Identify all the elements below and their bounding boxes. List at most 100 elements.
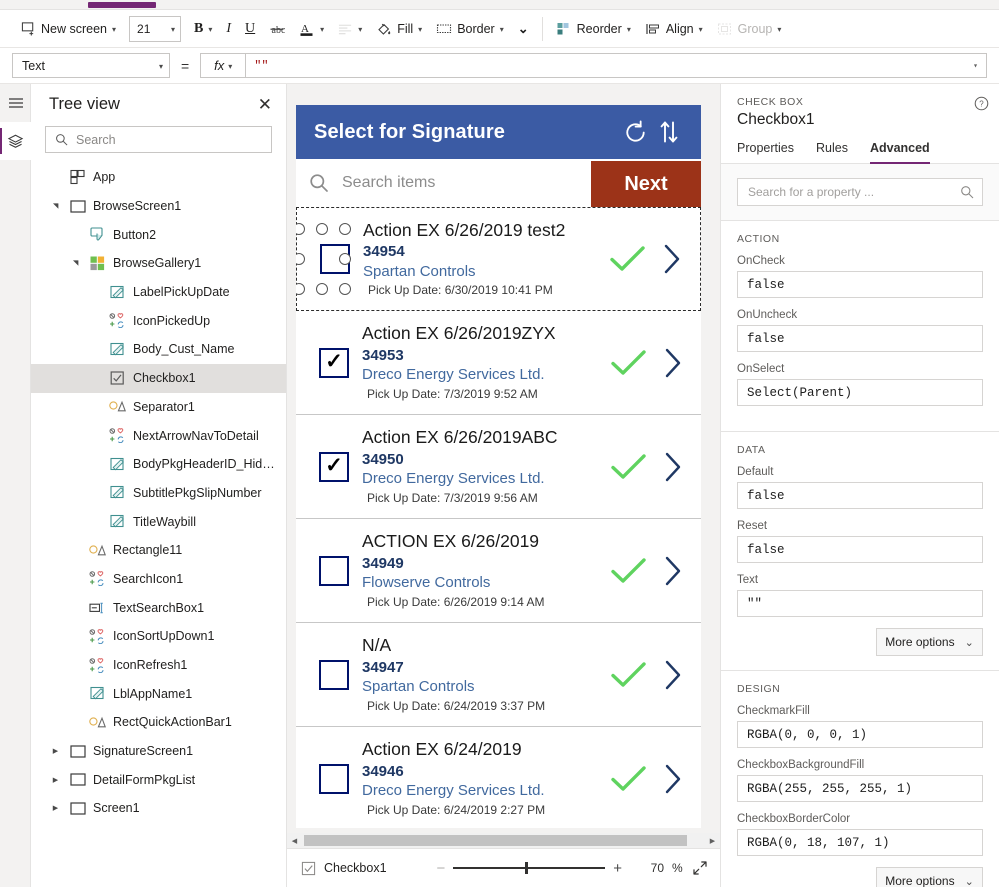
property-input-checkmarkfill[interactable]: RGBA(0, 0, 0, 1) [737,721,983,748]
scrollbar-thumb[interactable] [304,835,687,846]
gallery-row[interactable]: Action EX 6/24/2019 34946 Dreco Energy Ser… [296,727,701,828]
hamburger-menu-button[interactable] [0,84,31,122]
tree-node-browsegallery1[interactable]: ◢ BrowseGallery1 [31,249,286,278]
more-options-button[interactable]: More options ⌄ [876,628,983,656]
gallery-checkbox[interactable]: ✓ [319,347,349,378]
border-button[interactable]: Border ▾ [429,15,511,43]
align-button[interactable]: Align ▾ [638,15,710,43]
selection-handle[interactable] [296,283,305,295]
selection-handle[interactable] [316,223,328,235]
tree-node-app[interactable]: App [31,163,286,192]
font-color-button[interactable]: A ▾ [292,15,331,43]
ribbon-overflow-button[interactable]: ⌄ [511,15,536,43]
new-screen-button[interactable]: New screen ▾ [14,15,123,43]
zoom-out-button[interactable]: − [436,860,445,877]
chevron-right-icon[interactable]: ▶ [49,776,62,784]
tree-node-lblappname1[interactable]: LblAppName1 [31,679,286,708]
selection-handle[interactable] [339,283,351,295]
scrollbar-track[interactable] [302,833,705,848]
gallery-checkbox[interactable] [319,659,349,690]
property-input-reset[interactable]: false [737,536,983,563]
picked-up-check-icon[interactable] [603,765,653,793]
tree-node-bodypkgheaderid_hidden[interactable]: BodyPkgHeaderID_Hidden [31,450,286,479]
next-arrow-nav-icon[interactable] [653,451,693,483]
zoom-in-button[interactable]: + [613,860,622,877]
tab-advanced[interactable]: Advanced [869,141,930,164]
property-input-onuncheck[interactable]: false [737,325,983,352]
picked-up-check-icon[interactable] [603,661,653,689]
formula-input[interactable]: "" ▾ [245,53,987,78]
fill-button[interactable]: Fill ▾ [369,15,429,43]
property-input-oncheck[interactable]: false [737,271,983,298]
group-button[interactable]: Group ▾ [710,15,789,43]
tree-view-rail-button[interactable] [0,122,31,160]
text-align-button[interactable]: ▾ [331,15,369,43]
picked-up-check-icon[interactable] [603,349,653,377]
scroll-right-icon[interactable]: ▶ [705,837,720,845]
gallery-row[interactable]: ACTION EX 6/26/2019 34949 Flowserve Contro… [296,519,701,623]
reorder-button[interactable]: Reorder ▾ [549,15,638,43]
tree-node-detailformpkglist[interactable]: ▶ DetailFormPkgList [31,765,286,794]
next-arrow-nav-icon[interactable] [653,347,693,379]
fit-to-screen-icon[interactable] [692,860,708,876]
picked-up-check-icon[interactable] [603,453,653,481]
tree-node-titlewaybill[interactable]: TitleWaybill [31,507,286,536]
chevron-right-icon[interactable]: ▶ [49,747,62,755]
gallery-row[interactable]: ✓ Action EX 6/26/2019ZYX 34953 Dreco Energy… [296,311,701,415]
selection-handle[interactable] [339,223,351,235]
italic-button[interactable]: I [219,15,238,43]
gallery-checkbox[interactable] [319,555,349,586]
chevron-right-icon[interactable]: ▶ [49,804,62,812]
scroll-left-icon[interactable]: ◀ [287,837,302,845]
picked-up-check-icon[interactable] [603,557,653,585]
tab-rules[interactable]: Rules [816,141,848,163]
fx-button[interactable]: fx ▾ [200,53,246,78]
bold-button[interactable]: B ▾ [187,15,219,43]
gallery-row[interactable]: Action EX 6/26/2019 test2 34954 Spartan Co… [296,207,701,311]
next-arrow-nav-icon[interactable] [652,243,692,275]
selection-handle[interactable] [296,253,305,265]
zoom-slider-knob[interactable] [524,862,528,874]
next-arrow-nav-icon[interactable] [653,555,693,587]
more-options-button[interactable]: More options ⌄ [876,867,983,887]
next-arrow-nav-icon[interactable] [653,763,693,795]
help-icon[interactable]: ? [974,96,989,111]
tree-node-button2[interactable]: Button2 [31,220,286,249]
property-input-onselect[interactable]: Select(Parent) [737,379,983,406]
tree-node-iconsortupdown1[interactable]: IconSortUpDown1 [31,622,286,651]
chevron-down-icon[interactable]: ◢ [49,202,62,210]
tab-properties[interactable]: Properties [737,141,794,163]
next-arrow-nav-icon[interactable] [653,659,693,691]
zoom-slider[interactable] [453,862,606,874]
selection-handle[interactable] [296,223,305,235]
tree-node-rectangle11[interactable]: Rectangle11 [31,536,286,565]
tree-node-separator1[interactable]: Separator1 [31,393,286,422]
strikethrough-button[interactable]: abc [262,15,292,43]
property-input-text[interactable]: "" [737,590,983,617]
tree-node-subtitlepkgslipnumber[interactable]: SubtitlePkgSlipNumber [31,479,286,508]
picked-up-check-icon[interactable] [602,245,652,273]
tree-node-body_cust_name[interactable]: Body_Cust_Name [31,335,286,364]
tree-node-checkbox1[interactable]: Checkbox1 [31,363,286,393]
selection-handle[interactable] [339,253,351,265]
close-icon[interactable]: ✕ [258,96,272,113]
underline-button[interactable]: U [238,15,262,43]
tree-node-textsearchbox1[interactable]: TextSearchBox1 [31,593,286,622]
gallery-row[interactable]: N/A 34947 Spartan Controls Pick Up Date: 6/… [296,623,701,727]
property-input-default[interactable]: false [737,482,983,509]
property-search-input[interactable]: Search for a property ... [737,178,983,206]
selection-handles[interactable] [296,223,351,295]
gallery-checkbox[interactable] [319,763,349,794]
gallery-row[interactable]: ✓ Action EX 6/26/2019ABC 34950 Dreco Energy… [296,415,701,519]
selection-handle[interactable] [316,283,328,295]
property-input-checkboxbordercolor[interactable]: RGBA(0, 18, 107, 1) [737,829,983,856]
font-size-select[interactable]: 21 ▾ [129,15,182,42]
property-select[interactable]: Text ▾ [12,53,170,78]
refresh-icon[interactable] [618,118,652,147]
sort-updown-icon[interactable] [652,119,686,145]
tree-node-signaturescreen1[interactable]: ▶ SignatureScreen1 [31,737,286,766]
canvas-horizontal-scrollbar[interactable]: ◀ ▶ [287,833,720,848]
tree-node-screen1[interactable]: ▶ Screen1 [31,794,286,823]
chevron-down-icon[interactable]: ◢ [69,259,82,267]
tree-search-input[interactable]: Search [45,126,272,153]
